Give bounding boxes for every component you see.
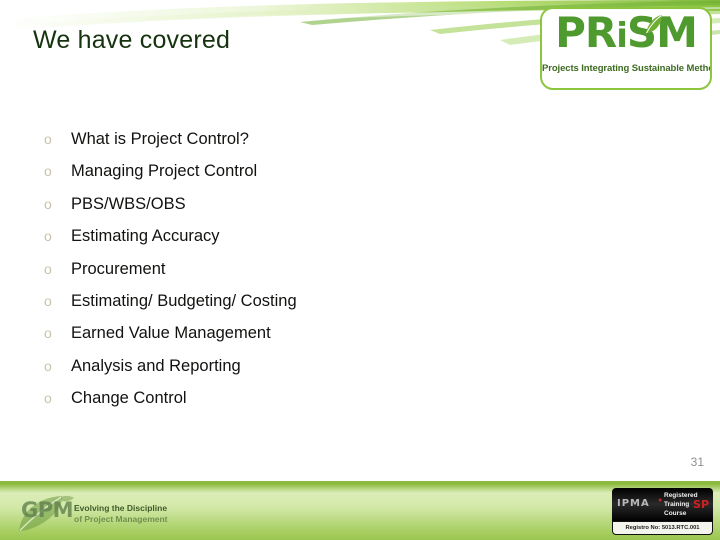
prism-wordmark: PRiSM	[542, 12, 710, 54]
list-item-label: Estimating/ Budgeting/ Costing	[71, 291, 297, 310]
bullet-marker-icon: o	[44, 163, 52, 180]
prism-logo: PRiSM Projects Integrating Sustainable M…	[540, 7, 712, 90]
list-item-label: What is Project Control?	[71, 130, 249, 148]
gpm-tagline-line1: Evolving the Discipline	[74, 503, 168, 513]
prism-word-pr: PR	[555, 8, 617, 57]
list-item-label: Change Control	[71, 389, 187, 408]
prism-word-i: i	[616, 16, 628, 56]
list-item: o PBS/WBS/OBS	[44, 196, 564, 228]
gpm-logo: GPM Evolving the Discipline of Project M…	[16, 494, 176, 534]
list-item-label: Estimating Accuracy	[71, 227, 220, 246]
bullet-marker-icon: o	[44, 195, 52, 212]
list-item: o Change Control	[44, 390, 564, 422]
bullet-marker-icon: o	[44, 325, 52, 342]
list-item: o Estimating/ Budgeting/ Costing	[44, 293, 564, 325]
list-item: o Earned Value Management	[44, 325, 564, 357]
list-item-label: Procurement	[71, 259, 166, 278]
gpm-tagline-line2: of Project Management	[74, 514, 168, 524]
bullet-marker-icon: o	[44, 357, 52, 374]
slide-canvas: We have covered o What is Project Contro…	[0, 0, 720, 540]
list-item: o What is Project Control?	[44, 131, 564, 163]
list-item-label: PBS/WBS/OBS	[71, 194, 186, 213]
ipma-registration-number: Registro No: 5013.RTC.001	[612, 521, 713, 535]
bullet-marker-icon: o	[44, 228, 52, 245]
gpm-wordmark: GPM	[21, 498, 74, 522]
list-item: o Procurement	[44, 261, 564, 293]
ipma-badge: IPMA ● Registered Training Course SP Reg…	[612, 488, 713, 535]
leaf-icon	[646, 15, 662, 34]
ipma-accent-dot-icon: ●	[658, 497, 663, 504]
ipma-level-label: SP	[693, 498, 709, 511]
bullet-marker-icon: o	[44, 260, 52, 277]
page-number: 31	[690, 455, 704, 469]
list-item: o Analysis and Reporting	[44, 358, 564, 390]
list-item-label: Earned Value Management	[71, 324, 271, 343]
covered-topics-list: o What is Project Control? o Managing Pr…	[44, 131, 564, 423]
list-item-label: Analysis and Reporting	[71, 356, 241, 375]
ipma-wordmark: IPMA	[617, 498, 650, 509]
list-item: o Estimating Accuracy	[44, 228, 564, 260]
prism-tagline: Projects Integrating Sustainable Methods	[542, 63, 712, 74]
list-item: o Managing Project Control	[44, 163, 564, 195]
bullet-marker-icon: o	[44, 131, 52, 147]
list-item-label: Managing Project Control	[71, 162, 258, 181]
page-title: We have covered	[33, 26, 231, 54]
bullet-marker-icon: o	[44, 390, 52, 407]
ipma-badge-top: IPMA ● Registered Training Course SP	[612, 488, 713, 521]
bullet-marker-icon: o	[44, 292, 52, 309]
